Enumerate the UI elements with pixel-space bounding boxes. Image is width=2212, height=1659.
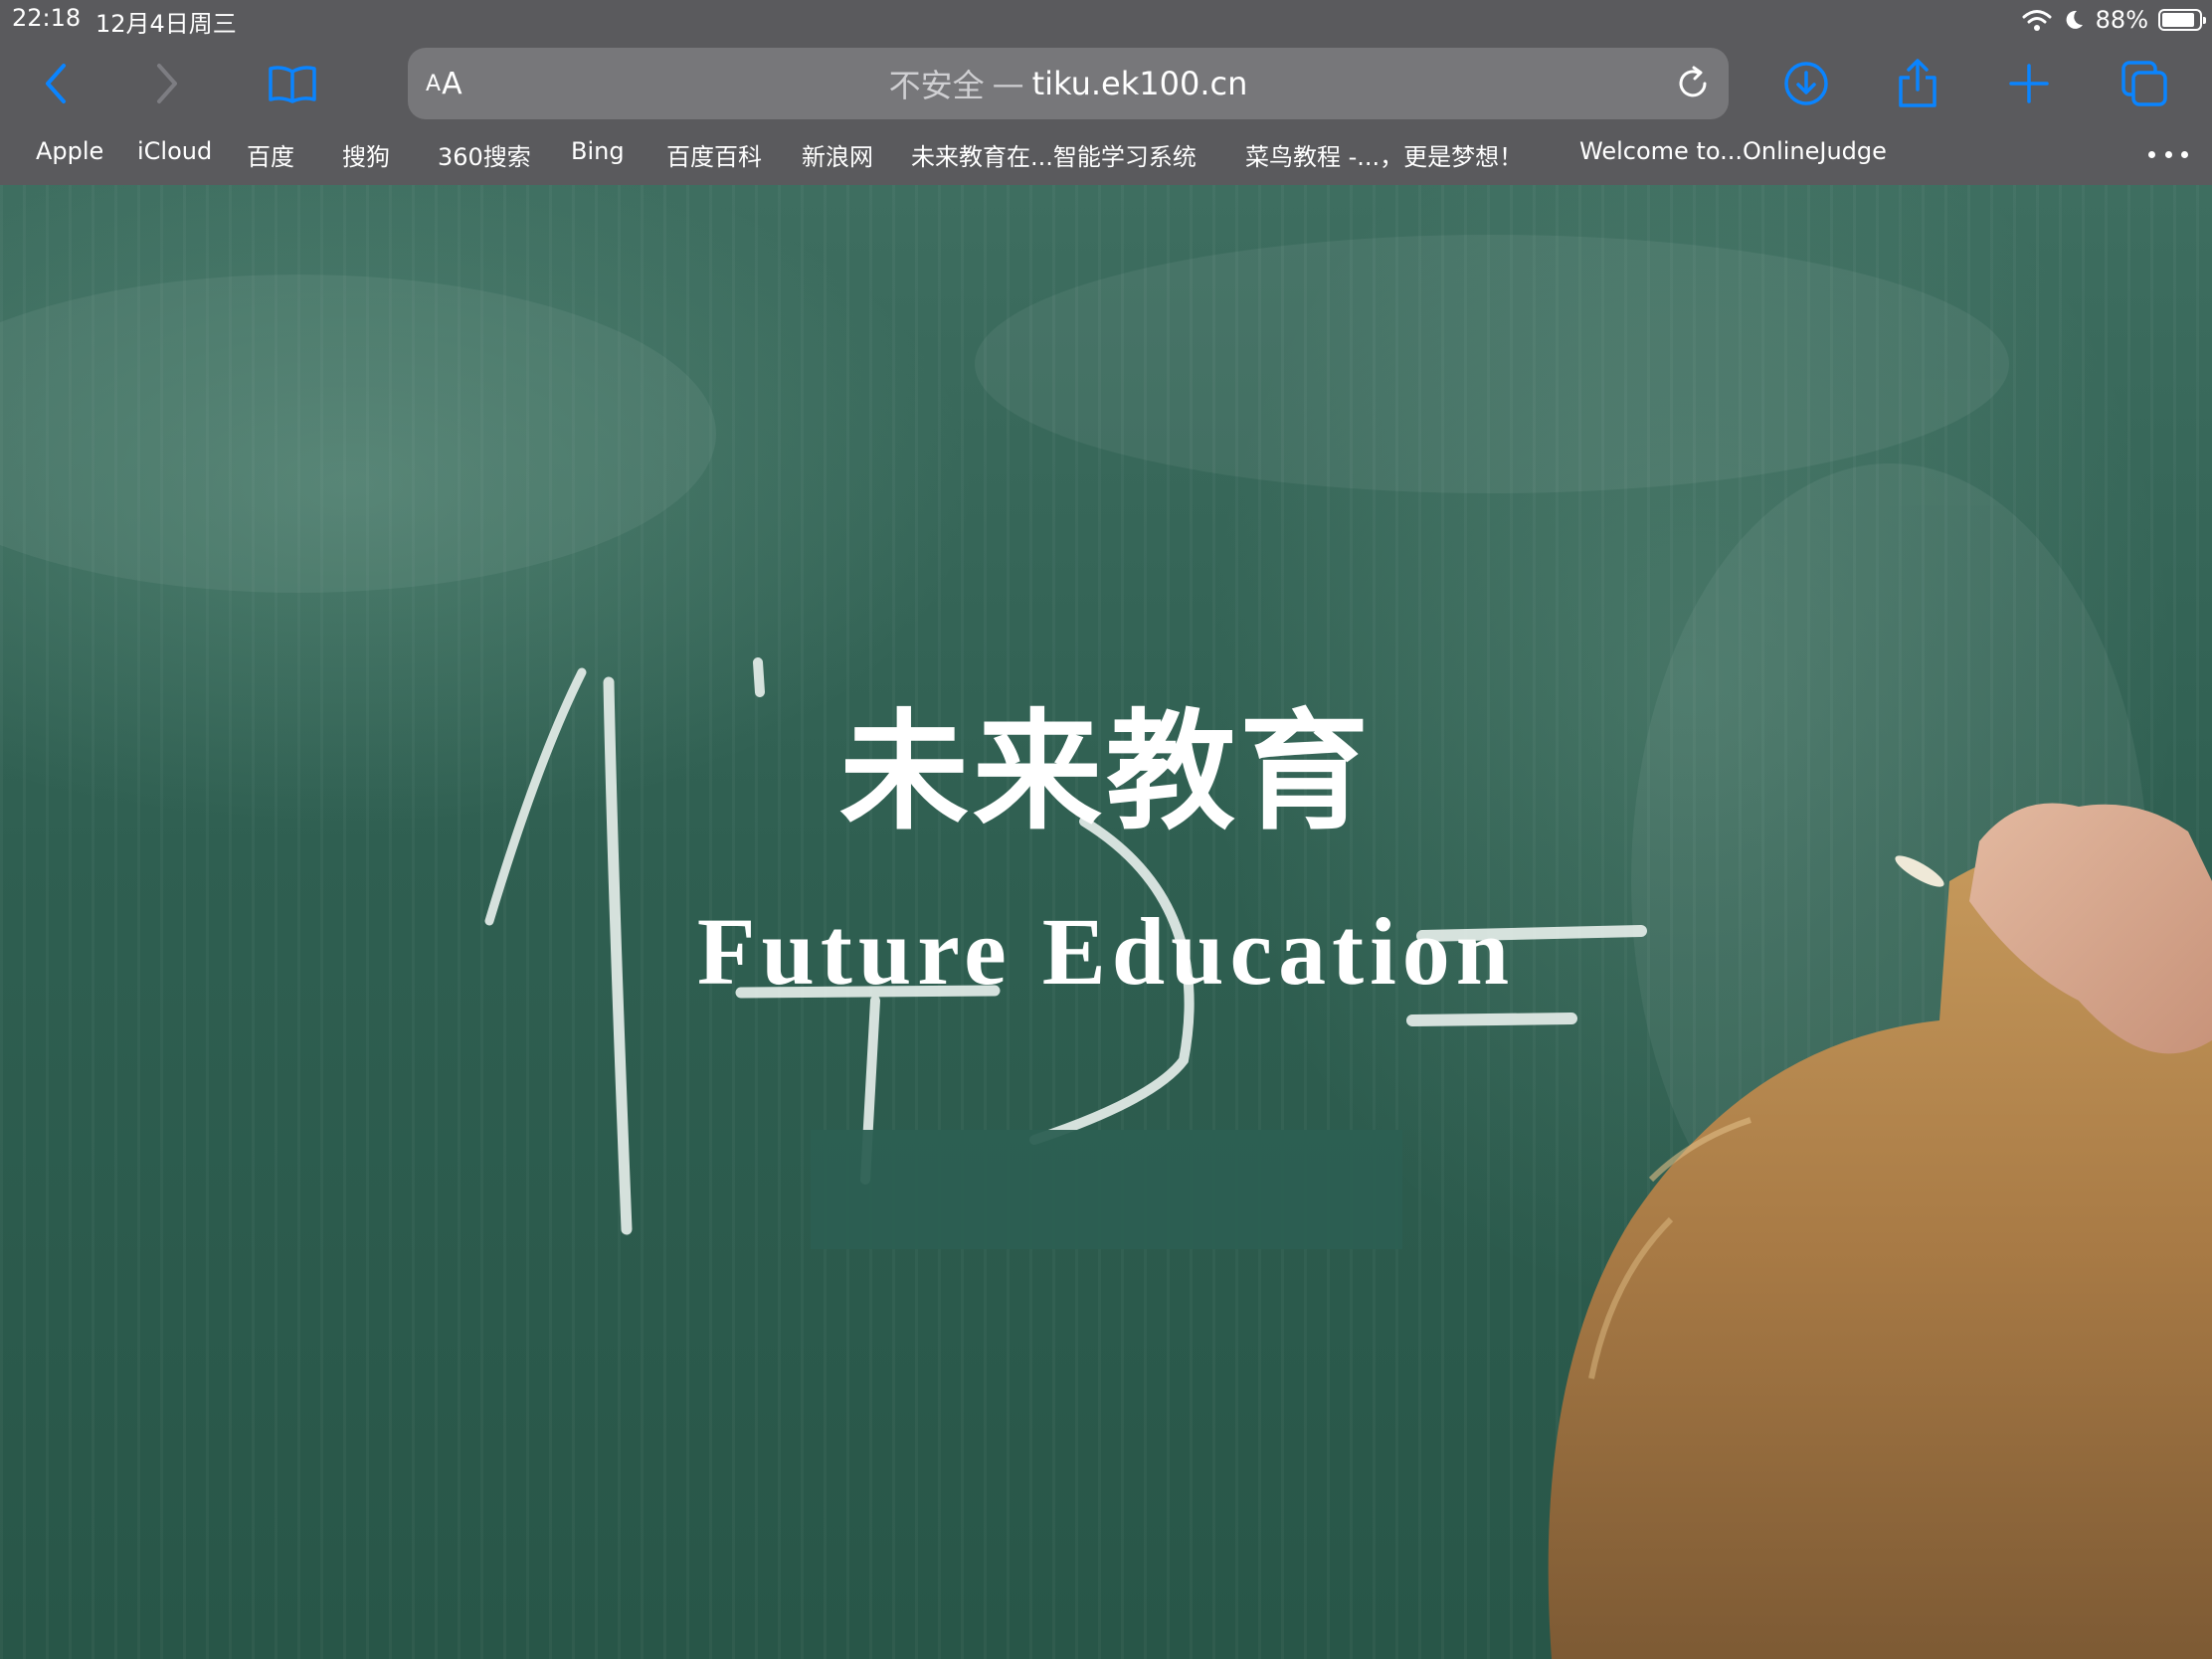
- favorites-bar: Apple iCloud 百度 搜狗 360搜索 Bing 百度百科 新浪网 未…: [0, 131, 2212, 177]
- bookmark-icloud[interactable]: iCloud: [137, 137, 212, 165]
- bookmark-bing[interactable]: Bing: [571, 137, 625, 165]
- reload-button[interactable]: [1669, 60, 1717, 107]
- tabs-overview-button[interactable]: [2109, 50, 2180, 117]
- chevron-left-icon: [46, 64, 66, 103]
- bookmark-apple[interactable]: Apple: [36, 137, 103, 165]
- url-display[interactable]: 不安全 — tiku.ek100.cn: [408, 48, 1729, 119]
- more-bookmarks-button[interactable]: [2148, 139, 2188, 169]
- bookmark-future-education[interactable]: 未来教育在...智能学习系统: [911, 137, 1197, 172]
- downloads-button[interactable]: [1770, 50, 1842, 117]
- status-indicators: 88%: [2022, 4, 2206, 36]
- status-time: 22:18: [12, 4, 82, 32]
- chevron-right-icon: [157, 64, 177, 103]
- back-button[interactable]: [20, 50, 92, 117]
- security-label: 不安全: [888, 67, 985, 104]
- status-bar: 22:18 12月4日周三 88%: [0, 0, 2212, 40]
- share-icon: [1899, 59, 1936, 107]
- bookmark-360-search[interactable]: 360搜索: [438, 137, 531, 172]
- battery-fill: [2162, 13, 2194, 27]
- forward-button[interactable]: [131, 50, 203, 117]
- bookmarks-button[interactable]: [257, 50, 328, 117]
- bookmark-onlinejudge[interactable]: Welcome to...OnlineJudge: [1579, 137, 1887, 165]
- new-tab-button[interactable]: [1993, 50, 2065, 117]
- plus-icon: [2009, 64, 2049, 103]
- page-content: 未来教育 Future Education: [0, 185, 2212, 1659]
- share-button[interactable]: [1882, 50, 1953, 117]
- bookmark-runoob[interactable]: 菜鸟教程 -...，更是梦想！: [1245, 137, 1523, 172]
- browser-chrome: 22:18 12月4日周三 88% A A 不安全 — tiku.ek100.c…: [0, 0, 2212, 185]
- erased-patch: [811, 1130, 1402, 1249]
- tabs-icon: [2121, 61, 2167, 106]
- download-icon: [1784, 62, 1828, 105]
- do-not-disturb-moon-icon: [2066, 10, 2083, 29]
- page-title: 未来教育: [838, 696, 1373, 847]
- wifi-icon: [2022, 10, 2052, 31]
- url-domain: tiku.ek100.cn: [1031, 65, 1248, 102]
- battery-icon: [2158, 9, 2206, 31]
- battery-percent: 88%: [2095, 6, 2148, 34]
- reload-icon: [1679, 66, 1707, 97]
- bookmark-baidu[interactable]: 百度: [247, 137, 294, 172]
- url-separator: —: [992, 65, 1024, 102]
- bookmark-sina[interactable]: 新浪网: [802, 137, 873, 172]
- bookmark-baidu-baike[interactable]: 百度百科: [666, 137, 762, 172]
- book-icon: [269, 66, 316, 103]
- status-date: 12月4日周三: [95, 10, 237, 38]
- address-bar[interactable]: AA 不安全 — tiku.ek100.cn: [408, 48, 1729, 119]
- page-subtitle: Future Education: [696, 898, 1516, 1005]
- bookmark-sogou[interactable]: 搜狗: [342, 137, 390, 172]
